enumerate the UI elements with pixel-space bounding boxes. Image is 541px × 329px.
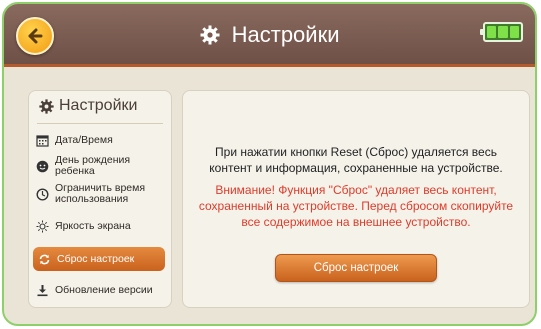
sidebar-item-label: Сброс настроек (57, 252, 135, 265)
reset-panel: При нажатии кнопки Reset (Сброс) удаляет… (182, 90, 530, 308)
header-bar: Настройки (4, 4, 535, 67)
sidebar-item-label: Ограничить время использования (55, 182, 146, 205)
download-icon (35, 283, 49, 297)
sidebar-item-datetime[interactable]: Дата/Время (35, 133, 165, 147)
battery-full-icon (480, 22, 523, 42)
warning-text: Внимание! Функция "Сброс" удаляет весь к… (198, 183, 514, 229)
sidebar-item-reset[interactable]: Сброс настроек (33, 247, 165, 271)
sidebar-item-label: Яркость экрана (55, 219, 131, 232)
clock-icon (35, 187, 49, 201)
sidebar-item-update[interactable]: Обновление версии (35, 283, 165, 297)
sidebar-item-birthday[interactable]: День рождения ребенка (35, 155, 165, 177)
info-text: При нажатии кнопки Reset (Сброс) удаляет… (209, 145, 503, 175)
calendar-icon (35, 133, 49, 147)
sidebar-title-label: Настройки (59, 97, 138, 114)
app-window: Настройки Настройки Дата/Время День рожд… (2, 2, 537, 326)
baby-face-icon (35, 159, 49, 173)
sidebar-item-time-limit[interactable]: Ограничить время использования (35, 183, 165, 205)
divider (37, 123, 163, 124)
page-title: Настройки (4, 20, 535, 49)
sidebar-item-label: Дата/Время (55, 133, 113, 146)
sun-icon (35, 219, 49, 233)
sidebar-title: Настройки (39, 97, 137, 115)
header-title: Настройки (231, 22, 340, 48)
gear-icon (200, 25, 219, 45)
gear-icon (39, 98, 54, 114)
sidebar: Настройки Дата/Время День рождения ребен… (28, 90, 172, 308)
reset-button[interactable]: Сброс настроек (275, 254, 437, 282)
sidebar-item-brightness[interactable]: Яркость экрана (35, 219, 165, 233)
sidebar-item-label: День рождения ребенка (55, 154, 131, 177)
sidebar-item-label: Обновление версии (55, 283, 153, 296)
reset-icon (37, 252, 51, 266)
